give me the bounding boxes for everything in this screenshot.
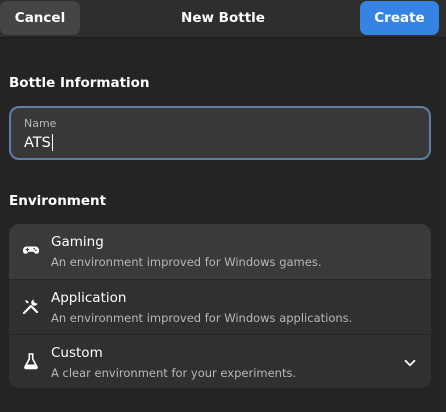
environment-option-custom[interactable]: Custom A clear environment for your expe… xyxy=(9,334,431,388)
bottle-information-heading: Bottle Information xyxy=(9,75,150,91)
environment-heading: Environment xyxy=(9,193,107,209)
environment-option-title: Custom xyxy=(51,345,103,361)
environment-option-title: Application xyxy=(51,290,127,306)
environment-option-subtitle: An environment improved for Windows game… xyxy=(51,255,322,269)
name-input-value: ATS xyxy=(24,134,51,151)
environment-option-gaming[interactable]: Gaming An environment improved for Windo… xyxy=(9,224,431,279)
tools-icon xyxy=(22,297,40,315)
header-bar: Cancel New Bottle Create xyxy=(0,0,446,38)
environment-list: Gaming An environment improved for Windo… xyxy=(9,224,431,388)
environment-option-subtitle: A clear environment for your experiments… xyxy=(51,366,297,380)
environment-option-application[interactable]: Application An environment improved for … xyxy=(9,279,431,334)
name-field-label: Name xyxy=(24,117,57,130)
text-caret xyxy=(51,134,53,151)
name-input[interactable]: ATS xyxy=(24,134,53,151)
flask-icon xyxy=(22,352,40,370)
create-button[interactable]: Create xyxy=(360,1,439,35)
chevron-down-icon[interactable] xyxy=(403,355,417,369)
environment-option-title: Gaming xyxy=(51,234,104,250)
new-bottle-dialog: Cancel New Bottle Create Bottle Informat… xyxy=(0,0,446,412)
environment-option-subtitle: An environment improved for Windows appl… xyxy=(51,311,353,325)
name-field[interactable]: Name ATS xyxy=(9,106,431,160)
gamepad-icon xyxy=(22,241,40,259)
